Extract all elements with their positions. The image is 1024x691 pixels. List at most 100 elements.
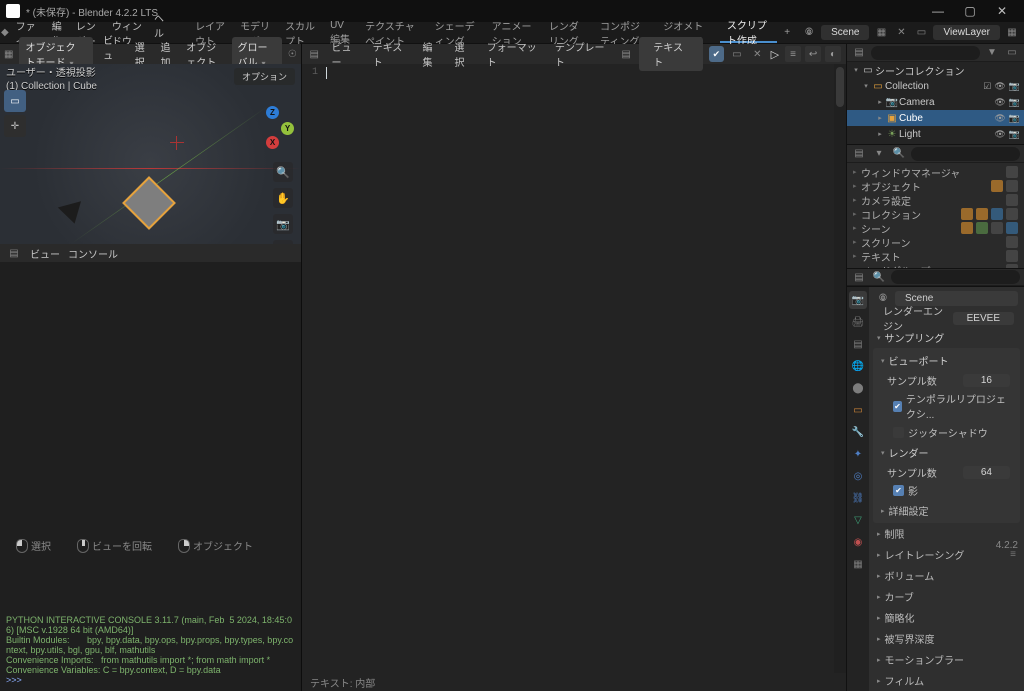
- render-icon[interactable]: 📷: [1009, 129, 1020, 140]
- section-collapsed[interactable]: ▸カーブ: [869, 586, 1024, 607]
- eye-icon[interactable]: 👁: [994, 113, 1005, 124]
- line-numbers-toggle[interactable]: ≡: [785, 46, 801, 62]
- ptab-particles[interactable]: ✦: [849, 445, 867, 463]
- filter-icon[interactable]: ▼: [984, 45, 1000, 61]
- editor-type-icon[interactable]: ▤: [851, 269, 867, 285]
- close-button[interactable]: ✕: [986, 4, 1018, 18]
- new-text-icon[interactable]: ✕: [750, 46, 764, 62]
- ptab-output[interactable]: 🖨: [849, 313, 867, 331]
- scrollbar[interactable]: [834, 64, 846, 673]
- axis-x-icon[interactable]: X: [266, 136, 279, 149]
- viewport-canvas[interactable]: ユーザー・透視投影 (1) Collection | Cube オプション ▭ …: [0, 64, 301, 244]
- render-icon[interactable]: 📷: [1009, 81, 1020, 92]
- scene-delete-icon[interactable]: ✕: [893, 25, 909, 41]
- tool-cursor[interactable]: ✛: [4, 115, 26, 137]
- properties-search[interactable]: [891, 270, 1020, 284]
- workspace-tab-active[interactable]: スクリプト作成: [720, 22, 777, 43]
- data-row[interactable]: ▸スクリーン: [847, 235, 1024, 249]
- text-data-icon[interactable]: ▤: [619, 46, 633, 62]
- ptab-data[interactable]: ▽: [849, 511, 867, 529]
- camera-view-icon[interactable]: 📷: [273, 214, 293, 234]
- ptab-material[interactable]: ◉: [849, 533, 867, 551]
- editor-type-icon[interactable]: ▤: [851, 45, 867, 61]
- data-search[interactable]: [911, 147, 1020, 161]
- register-script-toggle[interactable]: ✔: [709, 46, 723, 62]
- perspective-icon[interactable]: ▦: [273, 240, 293, 244]
- section-collapsed[interactable]: ▸モーションブラー: [869, 649, 1024, 670]
- workspace-tab[interactable]: スカルプト: [278, 22, 323, 43]
- ptab-constraints[interactable]: ⛓: [849, 489, 867, 507]
- viewlayer-new-icon[interactable]: ▦: [1004, 25, 1020, 41]
- eye-icon[interactable]: 👁: [994, 129, 1005, 140]
- ptab-texture[interactable]: ▦: [849, 555, 867, 573]
- workspace-add-button[interactable]: +: [777, 22, 797, 43]
- section-collapsed[interactable]: ▸ボリューム: [869, 565, 1024, 586]
- ptab-scene[interactable]: 🌐: [849, 357, 867, 375]
- maximize-button[interactable]: ▢: [954, 4, 986, 18]
- ptab-modifiers[interactable]: 🔧: [849, 423, 867, 441]
- pivot-icon[interactable]: ☉: [288, 46, 297, 62]
- outliner-item-selected[interactable]: ▸▣Cube👁📷: [847, 110, 1024, 126]
- section-render[interactable]: レンダー: [889, 445, 929, 460]
- python-console[interactable]: PYTHON INTERACTIVE CONSOLE 3.11.7 (main,…: [0, 262, 301, 691]
- navigation-gizmo[interactable]: Z Y X: [251, 106, 295, 150]
- outliner-root[interactable]: ▾▭シーンコレクション: [847, 62, 1024, 78]
- eye-icon[interactable]: 👁: [994, 97, 1005, 108]
- zoom-icon[interactable]: 🔍: [273, 162, 293, 182]
- console-menu-console[interactable]: コンソール: [68, 246, 118, 261]
- syntax-toggle[interactable]: ◐: [825, 46, 841, 62]
- ptab-object[interactable]: ▭: [849, 401, 867, 419]
- scene-selector[interactable]: Scene: [821, 25, 869, 40]
- ptab-physics[interactable]: ◎: [849, 467, 867, 485]
- section-viewport[interactable]: ビューポート: [889, 353, 949, 368]
- ptab-viewlayer[interactable]: ▤: [849, 335, 867, 353]
- text-area[interactable]: [322, 64, 834, 673]
- editor-type-icon[interactable]: ▤: [851, 146, 867, 162]
- console-prompt[interactable]: >>>: [6, 675, 295, 685]
- render-icon[interactable]: 📷: [1009, 113, 1020, 124]
- unlink-icon[interactable]: ▭: [730, 46, 744, 62]
- restrict-icon[interactable]: ☑: [983, 81, 991, 92]
- new-collection-icon[interactable]: ▭: [1004, 45, 1020, 61]
- editor-type-icon[interactable]: ▦: [4, 46, 13, 62]
- data-row[interactable]: ▸シーン: [847, 221, 1024, 235]
- axis-y-icon[interactable]: Y: [281, 122, 294, 135]
- tool-select-box[interactable]: ▭: [4, 90, 26, 112]
- scene-new-icon[interactable]: ▦: [873, 25, 889, 41]
- render-engine-dropdown[interactable]: EEVEE: [953, 312, 1014, 325]
- scene-icon[interactable]: 🞋: [801, 25, 817, 41]
- viewlayer-icon[interactable]: ▭: [913, 25, 929, 41]
- options-button[interactable]: オプション: [234, 68, 295, 85]
- section-collapsed[interactable]: ▸簡略化: [869, 607, 1024, 628]
- eye-icon[interactable]: 👁: [994, 81, 1005, 92]
- shadow-checkbox[interactable]: ✔: [893, 485, 904, 496]
- jitter-checkbox[interactable]: [893, 427, 904, 438]
- section-sampling[interactable]: サンプリング: [885, 330, 945, 345]
- axis-z-icon[interactable]: Z: [266, 106, 279, 119]
- run-script-button[interactable]: ▷: [771, 48, 779, 61]
- section-collapsed[interactable]: ▸被写界深度: [869, 628, 1024, 649]
- section-advanced[interactable]: 詳細設定: [889, 503, 929, 518]
- console-menu-view[interactable]: ビュー: [30, 246, 60, 261]
- pan-icon[interactable]: ✋: [273, 188, 293, 208]
- minimize-button[interactable]: —: [922, 4, 954, 18]
- editor-type-icon[interactable]: ▤: [307, 46, 321, 62]
- temporal-checkbox[interactable]: ✔: [893, 401, 902, 412]
- outliner-search[interactable]: [871, 46, 980, 60]
- render-icon[interactable]: 📷: [1009, 97, 1020, 108]
- blender-icon[interactable]: ◆: [0, 25, 10, 41]
- data-row[interactable]: ▸カメラ設定: [847, 193, 1024, 207]
- viewlayer-selector[interactable]: ViewLayer: [933, 25, 1000, 40]
- data-row[interactable]: ▸オブジェクト: [847, 179, 1024, 193]
- outliner-item[interactable]: ▸☀Light👁📷: [847, 126, 1024, 142]
- editor-type-icon[interactable]: ▤: [6, 245, 22, 261]
- word-wrap-toggle[interactable]: ↩: [805, 46, 821, 62]
- data-row[interactable]: ▸テキスト: [847, 249, 1024, 263]
- section-collapsed[interactable]: ▸フィルム: [869, 670, 1024, 691]
- vp-samples-value[interactable]: 16: [963, 374, 1010, 387]
- display-mode-icon[interactable]: ▾: [871, 146, 887, 162]
- data-row[interactable]: ▸コレクション: [847, 207, 1024, 221]
- data-row[interactable]: ▸ウィンドウマネージャ: [847, 165, 1024, 179]
- ptab-world[interactable]: ⬤: [849, 379, 867, 397]
- outliner-item[interactable]: ▸📷Camera👁📷: [847, 94, 1024, 110]
